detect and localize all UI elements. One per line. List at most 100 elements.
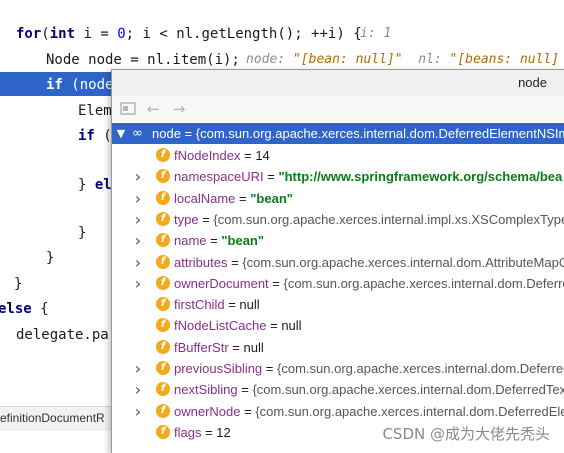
tree-row-field[interactable]: f fBufferStr = null — [112, 337, 564, 358]
keyword: if — [46, 77, 63, 93]
hint-label: nl: — [418, 52, 442, 67]
chevron-right-icon[interactable]: › — [132, 358, 144, 379]
field-value: {com.sun.org.apache.xerces.internal.dom.… — [252, 382, 564, 398]
field-name: previousSibling — [174, 361, 263, 376]
field-name: namespaceURI — [174, 169, 264, 185]
chevron-right-icon[interactable]: › — [132, 230, 144, 251]
chevron-right-icon[interactable]: › — [132, 401, 144, 422]
code-text: ( — [41, 26, 50, 42]
field-icon: f — [156, 297, 170, 312]
tree-row-field[interactable]: f fNodeListCache = null — [112, 315, 564, 336]
chevron-right-icon[interactable]: › — [132, 166, 144, 187]
chevron-down-icon[interactable]: ▼ — [115, 123, 127, 144]
tree-row-field[interactable]: › f name = "bean" — [112, 230, 564, 251]
view-icon[interactable] — [119, 100, 137, 118]
field-icon: f — [156, 318, 170, 333]
tree-row-field[interactable]: › f ownerNode = {com.sun.org.apache.xerces… — [112, 401, 564, 422]
inline-value-hint: i: 1 — [360, 26, 392, 41]
field-name: type — [174, 211, 199, 227]
back-arrow-icon[interactable]: ← — [144, 100, 162, 118]
field-text: flags = 12 — [174, 422, 231, 443]
field-value: {com.sun.org.apache.xerces.internal.dom.… — [242, 254, 564, 270]
field-icon: f — [156, 233, 170, 248]
field-equals: = — [266, 318, 282, 334]
field-equals: = — [240, 148, 256, 163]
forward-arrow-icon[interactable]: → — [170, 100, 188, 118]
code-text: delegate.par — [16, 327, 118, 343]
tree-row-field[interactable]: › f nextSibling = {com.sun.org.apache.xerc… — [112, 379, 564, 400]
tree-row-field[interactable]: › f namespaceURI = "http://www.springframe… — [112, 166, 564, 187]
tree-row-field[interactable]: › f ownerDocument = {com.sun.org.apache.xe… — [112, 273, 564, 294]
field-name: ownerDocument — [174, 275, 269, 291]
code-text: Elem — [78, 103, 112, 119]
chevron-right-icon[interactable]: › — [132, 379, 144, 400]
popup-title-bar[interactable]: node — [112, 70, 564, 97]
field-text: fNodeIndex = 14 — [174, 145, 270, 166]
field-equals: = — [235, 190, 251, 206]
field-name: fNodeIndex — [174, 148, 241, 163]
field-value: null — [281, 318, 302, 334]
watermark: CSDN @成为大佬先秃头 — [382, 425, 550, 443]
tree-row-field[interactable]: f firstChild = null — [112, 294, 564, 315]
field-text: name = "bean" — [174, 230, 264, 251]
field-name: fBufferStr — [174, 339, 229, 355]
field-icon: f — [156, 190, 170, 205]
code-text: i = — [75, 26, 118, 42]
code-text: ; i < nl.getLength(); ++i) { — [125, 26, 362, 42]
tree-row-field[interactable]: › f type = {com.sun.org.apache.xerces.inte… — [112, 209, 564, 230]
chevron-right-icon[interactable]: › — [132, 188, 144, 209]
field-value: null — [243, 339, 264, 355]
field-icon: f — [156, 169, 170, 184]
popup-toolbar: ← → — [112, 96, 564, 122]
hint-value: "[beans: null] — [449, 52, 560, 67]
field-value: {com.sun.org.apache.xerces.internal.dom.… — [277, 361, 564, 376]
field-equals: = — [224, 297, 240, 313]
field-name: localName — [174, 190, 236, 206]
field-equals: = — [263, 169, 279, 185]
field-icon: f — [156, 424, 170, 439]
tree-row-field[interactable]: f fNodeIndex = 14 — [112, 145, 564, 166]
field-value: {com.sun.org.apache.xerces.internal.impl… — [213, 211, 564, 227]
chevron-right-icon[interactable]: › — [132, 273, 144, 294]
field-text: nextSibling = {com.sun.org.apache.xerces… — [174, 379, 564, 400]
field-icon: f — [156, 361, 170, 375]
field-icon: f — [156, 211, 170, 226]
chevron-right-icon[interactable]: › — [132, 209, 144, 230]
code-text: ( — [94, 128, 112, 144]
field-name: firstChild — [174, 297, 225, 313]
field-icon: f — [156, 382, 170, 397]
keyword: if — [78, 128, 95, 144]
field-equals: = — [228, 339, 244, 355]
code-line: for(int i = 0; i < nl.getLength(); ++i) … — [0, 21, 564, 47]
tree-row-root[interactable]: ▼ ∞ node = {com.sun.org.apache.xerces.in… — [112, 123, 564, 144]
field-icon: f — [156, 254, 170, 269]
keyword: else — [0, 301, 32, 317]
field-icon: f — [156, 403, 170, 418]
field-icon: f — [156, 148, 170, 162]
code-text: { — [31, 301, 49, 317]
field-text: namespaceURI = "http://www.springframewo… — [174, 166, 562, 187]
field-icon: f — [156, 275, 170, 290]
keyword: int — [49, 26, 76, 42]
code-text: } — [78, 177, 95, 193]
field-equals: = — [240, 403, 256, 419]
field-equals: = — [262, 361, 277, 376]
field-equals: = — [198, 211, 214, 227]
field-value: 12 — [216, 424, 231, 440]
field-name: nextSibling — [174, 382, 238, 398]
variable-inspector-popup[interactable]: node ← → ▼ ∞ node = {com.sun.org.apache.… — [111, 69, 564, 453]
field-equals: = — [206, 233, 222, 249]
code-text: } — [78, 225, 87, 241]
field-text: firstChild = null — [174, 294, 260, 315]
tree-row-field[interactable]: › f attributes = {com.sun.org.apache.xerce… — [112, 252, 564, 273]
status-text: efinitionDocumentR — [0, 411, 105, 425]
field-value: "http://www.springframework.org/schema/b… — [278, 169, 563, 185]
code-text: } — [46, 250, 55, 266]
chevron-right-icon[interactable]: › — [132, 252, 144, 273]
hint-value: "[bean: null]" — [292, 52, 403, 67]
tree-row-field[interactable]: › f previousSibling = {com.sun.org.apache.… — [112, 358, 564, 379]
field-text: previousSibling = {com.sun.org.apache.xe… — [174, 358, 564, 379]
object-icon: ∞ — [132, 126, 143, 141]
tree-row-field[interactable]: › f localName = "bean" — [112, 188, 564, 209]
field-name: attributes — [174, 254, 228, 270]
